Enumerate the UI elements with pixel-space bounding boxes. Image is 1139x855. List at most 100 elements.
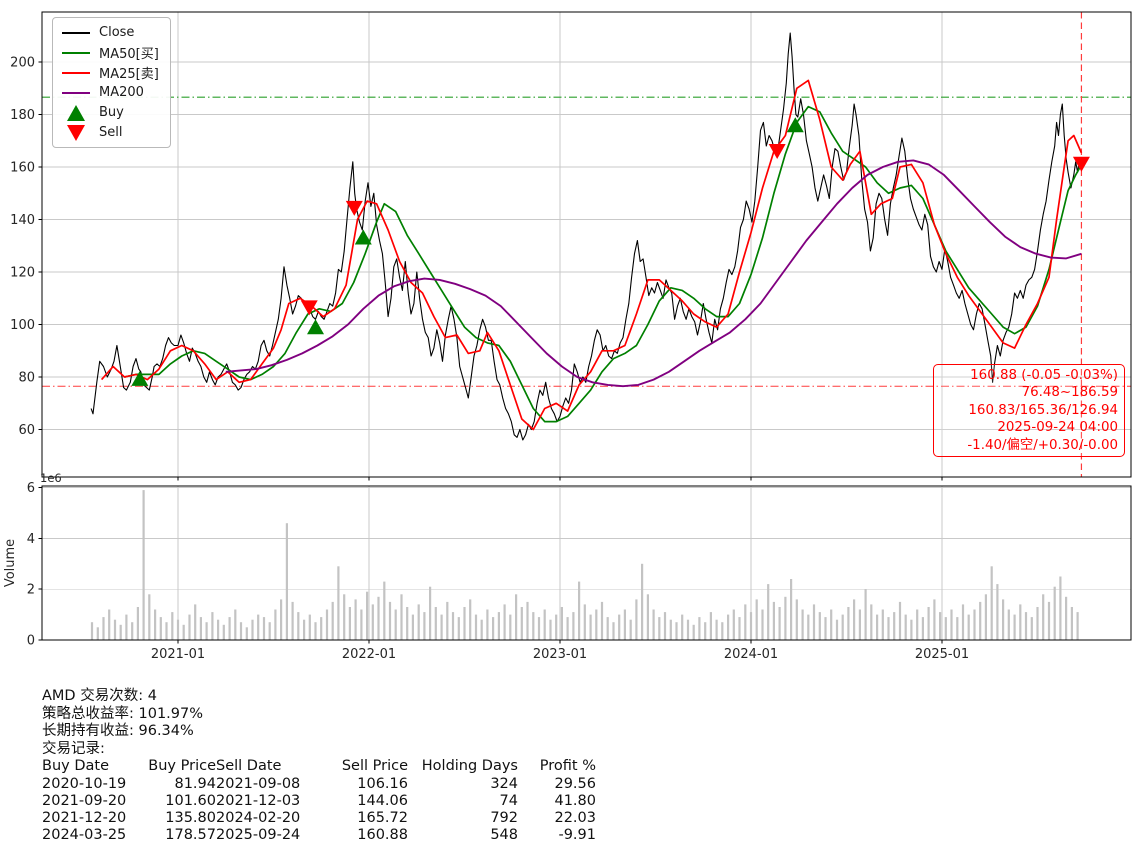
trade-cell: 2024-03-25	[42, 827, 138, 844]
volume-bar	[802, 610, 804, 641]
volume-bar	[1002, 599, 1004, 640]
volume-bar	[670, 620, 672, 640]
legend-item-ma200: MA200	[62, 85, 159, 100]
volume-bar	[584, 604, 586, 640]
volume-bar	[624, 610, 626, 641]
trade-cell: 74	[408, 793, 518, 810]
buy-triangle-icon	[62, 105, 90, 121]
volume-bar	[618, 615, 620, 640]
volume-bar	[435, 607, 437, 640]
volume-bar	[653, 610, 655, 641]
volume-bar	[590, 615, 592, 640]
volume-bar	[767, 584, 769, 640]
volume-bar	[229, 617, 231, 640]
volume-bar	[675, 622, 677, 640]
legend-item-ma50-: MA50[买]	[62, 45, 159, 60]
price-tick-label: 200	[10, 56, 35, 71]
volume-bar	[870, 604, 872, 640]
volume-bar	[933, 599, 935, 640]
legend-label: Buy	[99, 105, 124, 120]
volume-bar	[738, 617, 740, 640]
volume-bar	[1008, 610, 1010, 641]
volume-bar	[1059, 577, 1061, 641]
volume-bar	[1014, 615, 1016, 640]
trade-cell: 2020-10-19	[42, 776, 138, 793]
price-tick-label: 120	[10, 266, 35, 281]
volume-bar	[108, 610, 110, 641]
legend-label: Sell	[99, 125, 122, 140]
volume-bar	[1077, 612, 1079, 640]
volume-bar	[303, 620, 305, 640]
volume-bar	[635, 599, 637, 640]
legend-item-buy: Buy	[62, 105, 159, 120]
volume-bar	[97, 627, 99, 640]
volume-bar	[847, 607, 849, 640]
volume-bar	[355, 599, 357, 640]
volume-bar	[240, 622, 242, 640]
volume-bar	[280, 599, 282, 640]
volume-bar	[853, 599, 855, 640]
volume-tick-label: 4	[27, 532, 35, 547]
volume-bar	[779, 607, 781, 640]
volume-bar	[681, 615, 683, 640]
annotation-datetime: 2025-09-24 04:00	[940, 419, 1118, 436]
line-swatch-icon	[62, 32, 90, 34]
trade-row: 2020-10-1981.942021-09-08106.1632429.56	[42, 776, 596, 793]
volume-bar	[429, 587, 431, 640]
volume-bar	[1031, 617, 1033, 640]
volume-bar	[973, 610, 975, 641]
trade-row: 2021-09-20101.602021-12-03144.067441.80	[42, 793, 596, 810]
volume-bar	[641, 564, 643, 640]
volume-bar	[830, 610, 832, 641]
volume-bar	[125, 615, 127, 640]
trades-col-header: Holding Days	[408, 758, 518, 775]
volume-bar	[463, 607, 465, 640]
volume-bar	[148, 594, 150, 640]
volume-bar	[721, 622, 723, 640]
volume-bar	[515, 594, 517, 640]
volume-bar	[1042, 594, 1044, 640]
trades-col-header: Sell Price	[324, 758, 408, 775]
volume-bar	[893, 612, 895, 640]
trade-cell: 324	[408, 776, 518, 793]
volume-bar	[366, 592, 368, 640]
volume-bar	[859, 610, 861, 641]
volume-bar	[320, 617, 322, 640]
volume-bar	[532, 612, 534, 640]
trade-cell: 2021-12-20	[42, 810, 138, 827]
annotation-range: 76.48~186.59	[940, 384, 1118, 401]
volume-bar	[177, 620, 179, 640]
volume-bar	[544, 610, 546, 641]
trade-cell: 792	[408, 810, 518, 827]
volume-bar	[200, 617, 202, 640]
x-tick-label: 2023-01	[533, 647, 587, 662]
volume-bar	[790, 579, 792, 640]
volume-bar	[137, 607, 139, 640]
sell-marker	[769, 144, 786, 159]
stats-hold-return: 长期持有收益: 96.34%	[42, 723, 596, 741]
legend-item-sell: Sell	[62, 125, 159, 140]
volume-bar	[985, 594, 987, 640]
volume-bar	[509, 615, 511, 640]
volume-bar	[143, 490, 145, 640]
volume-bar	[1071, 607, 1073, 640]
volume-bar	[337, 566, 339, 640]
gridlines	[42, 12, 1131, 640]
volume-bar	[727, 615, 729, 640]
volume-bar	[475, 615, 477, 640]
trade-cell: 2021-09-20	[42, 793, 138, 810]
volume-bar	[796, 599, 798, 640]
trade-cell: 135.80	[138, 810, 216, 827]
volume-bar	[807, 615, 809, 640]
volume-bar	[234, 610, 236, 641]
volume-bar	[595, 610, 597, 641]
chart-canvas: 60801001201401601802002021-012022-012023…	[0, 0, 1139, 675]
volume-bar	[578, 582, 580, 640]
volume-bar	[956, 617, 958, 640]
volume-bar	[160, 617, 162, 640]
x-tick-label: 2021-01	[151, 647, 205, 662]
volume-bar	[950, 610, 952, 641]
trade-cell: 41.80	[518, 793, 596, 810]
volume-bar	[761, 610, 763, 641]
volume-bar	[412, 615, 414, 640]
